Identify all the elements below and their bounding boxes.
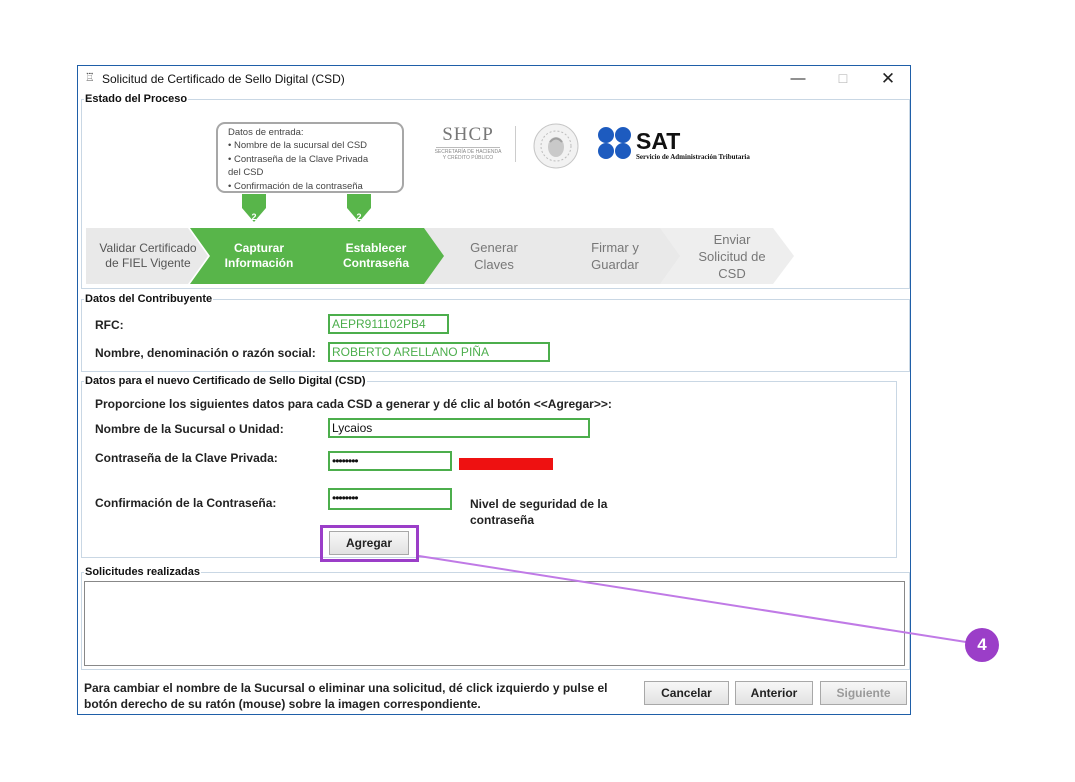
annotation-leader-line xyxy=(418,555,967,643)
annotation-number-badge: 4 xyxy=(965,628,999,662)
